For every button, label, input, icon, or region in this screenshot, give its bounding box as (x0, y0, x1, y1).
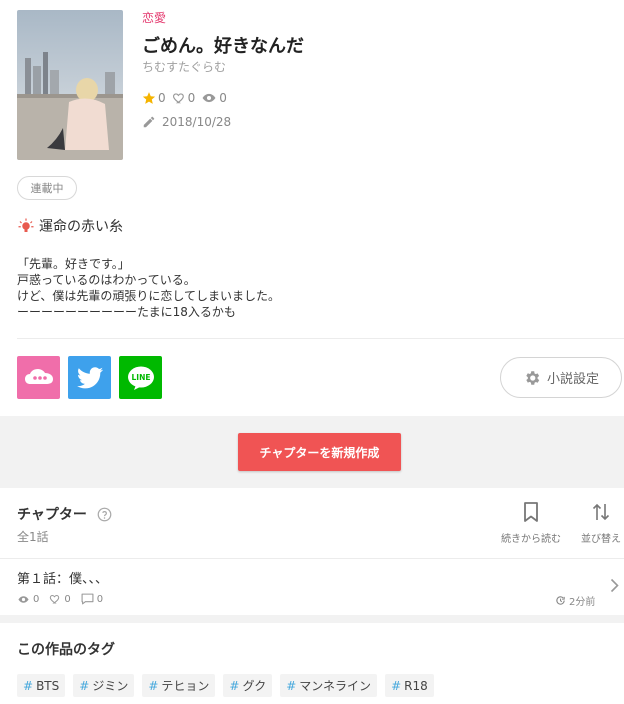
share-chat-button[interactable] (17, 356, 60, 399)
tag-label: R18 (404, 678, 428, 693)
tag-item[interactable]: # ジミン (73, 674, 135, 697)
chapter-title[interactable]: 第１話：僕、、、 (17, 568, 108, 587)
bookmark-icon (524, 502, 538, 522)
chapter-like-count: 0 (64, 593, 71, 605)
chapter-time-text: 2分前 (569, 597, 596, 608)
hash-icon: # (79, 678, 90, 693)
line-logo-icon: LINE (127, 366, 154, 390)
light-bulb-icon (18, 218, 34, 232)
synopsis-line: ーーーーーーーーーーたまに18入るかも (17, 305, 236, 319)
chevron-right-icon (610, 578, 619, 593)
tag-item[interactable]: # BTS (17, 674, 66, 697)
hash-icon: # (148, 678, 159, 693)
heart-icon (172, 93, 184, 104)
create-chapter-section: チャプターを新規作成 (0, 416, 624, 488)
like-count: 0 (187, 91, 196, 105)
chapter-updated-time: 2分前 (555, 593, 595, 608)
eye-icon (202, 93, 216, 103)
novel-title: ごめん。好きなんだ (142, 36, 304, 57)
tag-item[interactable]: # マンネライン (280, 674, 378, 697)
continue-reading-label: 続きから読む (501, 534, 561, 545)
hash-icon: # (23, 678, 34, 693)
cloud-chat-icon (24, 368, 53, 384)
author-name[interactable]: ちむすたぐらむ (142, 58, 226, 75)
sort-button[interactable]: 並び替え (578, 502, 624, 545)
updated-date: 2018/10/28 (142, 115, 231, 129)
heart-icon (50, 594, 60, 604)
sort-label: 並び替え (581, 534, 621, 545)
chapter-heading: チャプター (17, 504, 112, 524)
share-twitter-button[interactable] (68, 356, 111, 399)
chapter-likes: 0 (49, 593, 71, 605)
section-divider (0, 615, 624, 623)
star-icon (142, 92, 156, 104)
star-count: 0 (158, 91, 166, 105)
tag-item[interactable]: # グク (223, 674, 273, 697)
tag-label: マンネライン (299, 679, 372, 693)
novel-stats: 0 0 0 (142, 91, 233, 105)
hash-icon: # (229, 678, 240, 693)
novel-settings-button[interactable]: 小説設定 (500, 357, 622, 398)
divider (17, 338, 624, 339)
chapter-heading-text: チャプター (17, 507, 87, 523)
create-chapter-button[interactable]: チャプターを新規作成 (238, 433, 401, 471)
tag-label: ジミン (92, 679, 129, 693)
twitter-bird-icon (76, 366, 103, 388)
hash-icon: # (391, 678, 402, 693)
catchphrase-text: 運命の赤い糸 (39, 219, 123, 235)
synopsis-line: 戸惑っているのはわかっている。 (17, 273, 196, 287)
chapter-comment-count: 0 (96, 593, 104, 605)
synopsis-line: けど、僕は先輩の頑張りに恋してしまいました。 (17, 289, 281, 303)
continue-reading-button[interactable]: 続きから読む (498, 502, 564, 545)
synopsis-line: 「先輩。好きです。」 (17, 257, 130, 271)
view-stat: 0 (201, 91, 227, 105)
synopsis: 「先輩。好きです。」 戸惑っているのはわかっている。 けど、僕は先輩の頑張りに恋… (17, 256, 607, 320)
refresh-clock-icon (556, 596, 565, 605)
genre-label[interactable]: 恋愛 (142, 9, 166, 26)
star-stat: 0 (142, 91, 166, 105)
chapter-row[interactable]: 第１話：僕、、、 0 0 0 2分前 (0, 559, 624, 615)
view-count: 0 (219, 91, 227, 105)
tag-label: BTS (36, 678, 60, 693)
chapter-view-count: 0 (33, 593, 40, 605)
cover-image[interactable] (17, 10, 123, 160)
comment-icon (81, 593, 94, 605)
line-logo-text: LINE (131, 373, 150, 382)
chapter-count: 全1話 (17, 530, 49, 544)
like-stat: 0 (172, 91, 196, 105)
novel-settings-label: 小説設定 (546, 372, 599, 387)
eye-icon (18, 595, 29, 603)
hash-icon: # (286, 678, 297, 693)
help-icon[interactable] (97, 507, 112, 522)
tag-label: テヒョン (161, 679, 210, 693)
status-badge: 連載中 (17, 176, 77, 200)
updated-date-text: 2018/10/28 (162, 115, 232, 129)
chapter-comments: 0 (81, 593, 103, 605)
share-line-button[interactable]: LINE (119, 356, 162, 399)
tag-item[interactable]: # R18 (385, 674, 434, 697)
tag-label: グク (242, 679, 267, 693)
sort-arrows-icon (592, 503, 610, 521)
catchphrase: 運命の赤い糸 (17, 216, 123, 236)
tag-item[interactable]: # テヒョン (142, 674, 216, 697)
pencil-icon (143, 116, 155, 128)
chapter-views: 0 (17, 594, 39, 605)
tag-list: # BTS # ジミン # テヒョン # グク # マンネライン # R18 (17, 674, 442, 697)
tags-heading: この作品のタグ (17, 642, 115, 658)
chapter-stats: 0 0 0 (17, 593, 113, 605)
gear-icon (526, 370, 540, 385)
